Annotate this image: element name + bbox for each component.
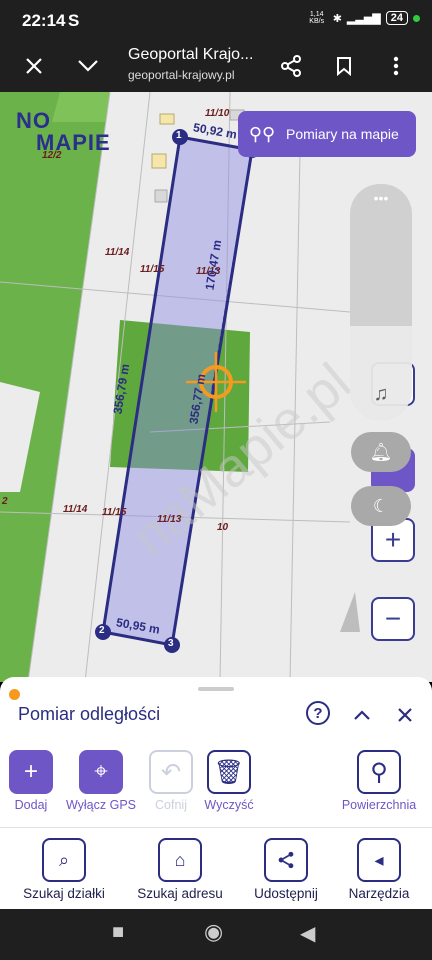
signal-icon: ▂▃▅▇: [346, 12, 381, 25]
bluetooth-icon: ✱: [332, 12, 342, 25]
area-label: Powierzchnia: [341, 798, 417, 812]
plot-label: 11/15: [102, 507, 127, 518]
vertex-3-label: 3: [168, 638, 174, 649]
status-bar: 22:14 S 1,14 KB/s ✱ ▂▃▅▇ 24: [0, 0, 432, 40]
net-speed: 1,14 KB/s: [309, 11, 325, 25]
nav-tools[interactable]: ◂ Narzędzia: [338, 838, 420, 901]
system-nav-bar: ■ ◉ ◀: [0, 909, 432, 960]
map-view[interactable]: naMapie.pl 1 4 2 3 11/10 12/2 10 11/14 1…: [0, 92, 432, 682]
status-time: 22:14: [22, 11, 66, 30]
clear-button[interactable]: 🗑︎ Wyczyść: [200, 750, 258, 812]
panel-title: Pomiar odległości: [18, 704, 161, 724]
volume-slider[interactable]: ••• ♫: [350, 184, 412, 420]
moon-icon[interactable]: ☾: [351, 486, 411, 526]
gps-toggle-button[interactable]: ⌖ Wyłącz GPS: [60, 750, 142, 812]
trash-icon: 🗑︎: [207, 750, 251, 794]
nav-share-label: Udostępnij: [254, 886, 318, 901]
bookmark-icon[interactable]: [328, 50, 360, 82]
chevron-up-icon[interactable]: [348, 701, 376, 729]
gps-icon: ⌖: [79, 750, 123, 794]
pins-icon: ⚲⚲: [248, 123, 276, 144]
nav-search-address-label: Szukaj adresu: [137, 886, 223, 901]
add-point-button[interactable]: + Dodaj: [8, 750, 54, 812]
page-title: Geoportal Krajo...: [128, 46, 254, 63]
undo-button[interactable]: ↶ Cofnij: [148, 750, 194, 812]
home-search-icon: ⌂: [158, 838, 202, 882]
bottom-nav: ⌕ Szukaj działki ⌂ Szukaj adresu Udostęp…: [0, 827, 432, 909]
nav-search-plot-label: Szukaj działki: [23, 886, 105, 901]
share-icon[interactable]: [275, 50, 307, 82]
battery-level: 24: [385, 11, 408, 25]
nav-share[interactable]: Udostępnij: [244, 838, 328, 901]
music-note-icon: ♫: [373, 383, 389, 405]
map-search-icon: ⌕: [42, 838, 86, 882]
gps-label: Wyłącz GPS: [65, 798, 137, 812]
close-panel-icon[interactable]: [391, 701, 419, 729]
close-icon[interactable]: [18, 50, 50, 82]
plus-icon: +: [9, 750, 53, 794]
plot-label: 11/13: [157, 514, 182, 525]
page-url: geoportal-krajowy.pl: [128, 68, 235, 82]
browser-toolbar: Geoportal Krajo... geoportal-krajowy.pl: [0, 40, 432, 92]
home-icon[interactable]: ◉: [204, 919, 223, 945]
area-button[interactable]: ⚲ Powierzchnia: [334, 750, 424, 812]
help-icon[interactable]: ?: [306, 701, 330, 725]
plot-label: 11/14: [63, 504, 88, 515]
plot-label: 11/14: [105, 247, 130, 258]
drag-handle[interactable]: [198, 687, 234, 691]
recents-icon[interactable]: ■: [112, 921, 124, 944]
nav-search-address[interactable]: ⌂ Szukaj adresu: [128, 838, 232, 901]
vertex-2-label: 2: [99, 625, 105, 636]
undo-label: Cofnij: [155, 798, 187, 812]
plot-label: 11/15: [140, 264, 165, 275]
zoom-out-button[interactable]: −: [371, 597, 415, 641]
carrier-icon: S: [68, 11, 80, 30]
status-dot-icon: [9, 689, 20, 700]
measure-panel: Pomiar odległości ? + Dodaj ⌖ Wyłącz GPS…: [0, 677, 432, 827]
vertex-1-label: 1: [176, 130, 182, 141]
back-icon[interactable]: ◀: [300, 921, 315, 946]
plot-label: 2: [2, 496, 8, 507]
chevron-down-icon[interactable]: [72, 50, 104, 82]
nav-search-plot[interactable]: ⌕ Szukaj działki: [14, 838, 114, 901]
clear-label: Wyczyść: [204, 798, 254, 812]
area-icon: ⚲: [357, 750, 401, 794]
share-nodes-icon: [264, 838, 308, 882]
bell-icon[interactable]: 🔔︎: [351, 432, 411, 472]
privacy-dot-icon: [413, 14, 420, 22]
app-logo: NO MAPIE: [16, 108, 111, 156]
status-icons: 1,14 KB/s ✱ ▂▃▅▇ 24: [306, 11, 420, 25]
more-vert-icon[interactable]: [380, 50, 412, 82]
undo-icon: ↶: [149, 750, 193, 794]
logo-line2: MAPIE: [36, 130, 111, 155]
add-label: Dodaj: [14, 798, 48, 812]
measurements-button[interactable]: ⚲⚲ Pomiary na mapie: [238, 111, 416, 157]
plot-label: 11/10: [205, 108, 230, 119]
more-horiz-icon[interactable]: •••: [350, 190, 412, 206]
measurements-button-label: Pomiary na mapie: [286, 126, 399, 142]
nav-tools-label: Narzędzia: [348, 886, 410, 901]
plot-label: 10: [217, 522, 229, 533]
chevron-left-icon: ◂: [357, 838, 401, 882]
